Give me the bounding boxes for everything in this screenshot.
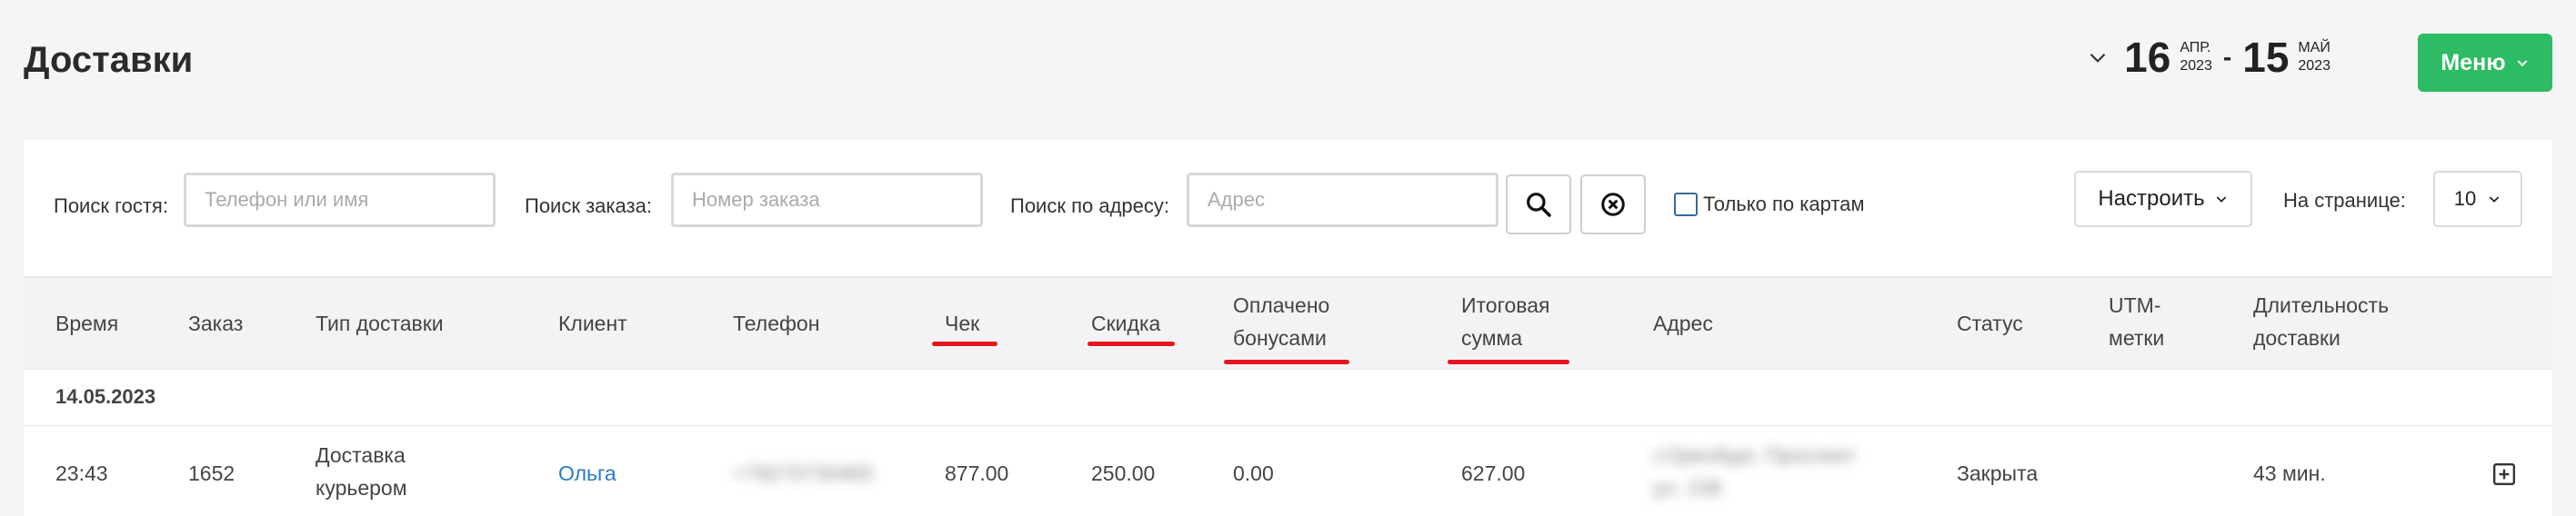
- header-client[interactable]: Клиент: [558, 307, 627, 340]
- header-utm[interactable]: UTM- метки: [2109, 289, 2164, 354]
- chevron-down-icon: [2517, 60, 2527, 67]
- page-title: Доставки: [24, 40, 194, 80]
- settings-button[interactable]: Настроить: [2074, 171, 2252, 227]
- header-total-line2: сумма: [1461, 326, 1523, 350]
- cell-phone: +79270730465: [733, 461, 874, 485]
- date-to-month-year: МАЙ 2023: [2298, 39, 2330, 75]
- cell-status: Закрыта: [1957, 461, 2039, 485]
- date-from-day: 16: [2124, 34, 2171, 81]
- cell-check: 877.00: [945, 461, 1009, 485]
- clear-filters-button[interactable]: [1580, 174, 1646, 234]
- address-search-label: Поиск по адресу:: [1010, 194, 1169, 217]
- cell-order: 1652: [188, 461, 236, 485]
- expand-row-icon[interactable]: [2492, 462, 2516, 486]
- header-duration[interactable]: Длительность доставки: [2253, 289, 2389, 354]
- header-address[interactable]: Адрес: [1653, 307, 1713, 340]
- per-page-select[interactable]: 10: [2433, 171, 2522, 227]
- cell-time: 23:43: [55, 461, 108, 485]
- filters-bar: Поиск гостя: Поиск заказа: Поиск по адре…: [24, 140, 2552, 276]
- annotation-underline-total: [1448, 360, 1569, 364]
- annotation-underline-paid-bonus: [1224, 360, 1349, 364]
- date-to-month: МАЙ: [2298, 40, 2330, 55]
- only-cards-filter[interactable]: Только по картам: [1674, 193, 1865, 216]
- header-total[interactable]: Итоговая сумма: [1461, 289, 1549, 354]
- cell-address-line1: г.Оренбург, Проспект: [1653, 443, 1856, 467]
- header-status[interactable]: Статус: [1957, 307, 2023, 340]
- cell-delivery-type: Доставка курьером: [316, 439, 407, 504]
- search-button[interactable]: [1506, 174, 1571, 234]
- header-total-line1: Итоговая: [1461, 293, 1550, 317]
- header-time[interactable]: Время: [55, 307, 118, 340]
- header-utm-line1: UTM-: [2109, 293, 2161, 317]
- header-check[interactable]: Чек: [945, 307, 979, 340]
- cell-client-link[interactable]: Ольга: [558, 457, 616, 490]
- menu-button-label: Меню: [2441, 49, 2506, 75]
- menu-button[interactable]: Меню: [2418, 34, 2552, 92]
- deliveries-panel: Поиск гостя: Поиск заказа: Поиск по адре…: [24, 140, 2552, 516]
- order-search-input[interactable]: [671, 173, 983, 227]
- chevron-down-icon: [2489, 196, 2500, 203]
- table-header: Время Заказ Тип доставки Клиент Телефон …: [24, 276, 2552, 370]
- header-order[interactable]: Заказ: [188, 307, 243, 340]
- header-utm-line2: метки: [2109, 326, 2165, 350]
- date-range-picker[interactable]: 16 АПР. 2023 - 15 МАЙ 2023: [2086, 36, 2330, 78]
- guest-search-input[interactable]: [184, 173, 496, 227]
- header-phone[interactable]: Телефон: [733, 307, 819, 340]
- date-separator: -: [2222, 43, 2232, 71]
- cell-delivery-type-line2: курьером: [316, 476, 407, 500]
- header-paid-bonus-line1: Оплачено: [1233, 293, 1330, 317]
- cell-paid-bonus: 0.00: [1233, 461, 1274, 485]
- per-page-value: 10: [2453, 187, 2477, 210]
- date-from-month-year: АПР. 2023: [2180, 39, 2212, 75]
- header-paid-bonus[interactable]: Оплачено бонусами: [1233, 289, 1329, 354]
- date-to-year: 2023: [2298, 58, 2330, 74]
- chevron-down-icon[interactable]: [2086, 45, 2110, 69]
- date-to-day: 15: [2242, 34, 2290, 81]
- date-from-year: 2023: [2180, 58, 2212, 74]
- group-date-row: 14.05.2023: [24, 367, 2552, 426]
- annotation-underline-discount: [1088, 342, 1175, 346]
- date-from-month: АПР.: [2180, 40, 2211, 55]
- close-circle-icon: [1601, 193, 1625, 216]
- cell-delivery-type-line1: Доставка: [316, 443, 406, 467]
- table-row[interactable]: 23:43 1652 Доставка курьером Ольга +7927…: [24, 426, 2552, 516]
- address-search-input[interactable]: [1187, 173, 1498, 227]
- search-icon: [1527, 193, 1551, 217]
- settings-button-label: Настроить: [2098, 186, 2205, 211]
- only-cards-label: Только по картам: [1703, 193, 1865, 215]
- chevron-down-icon: [2216, 196, 2226, 203]
- cell-total: 627.00: [1461, 461, 1526, 485]
- header-duration-line2: доставки: [2253, 326, 2340, 350]
- cell-address: г.Оренбург, Проспект ул. 238: [1653, 439, 1856, 504]
- header-delivery-type[interactable]: Тип доставки: [316, 307, 444, 340]
- order-search-label: Поиск заказа:: [525, 194, 652, 217]
- cell-address-line2: ул. 238: [1653, 476, 1722, 500]
- header-discount[interactable]: Скидка: [1091, 307, 1160, 340]
- per-page-label: На странице:: [2283, 189, 2406, 212]
- cell-duration: 43 мин.: [2253, 461, 2326, 485]
- header-paid-bonus-line2: бонусами: [1233, 326, 1327, 350]
- group-date: 14.05.2023: [55, 385, 156, 408]
- cell-discount: 250.00: [1091, 461, 1156, 485]
- guest-search-label: Поиск гостя:: [54, 194, 168, 217]
- annotation-underline-check: [932, 342, 997, 346]
- header-duration-line1: Длительность: [2253, 293, 2390, 317]
- only-cards-checkbox[interactable]: [1674, 193, 1698, 216]
